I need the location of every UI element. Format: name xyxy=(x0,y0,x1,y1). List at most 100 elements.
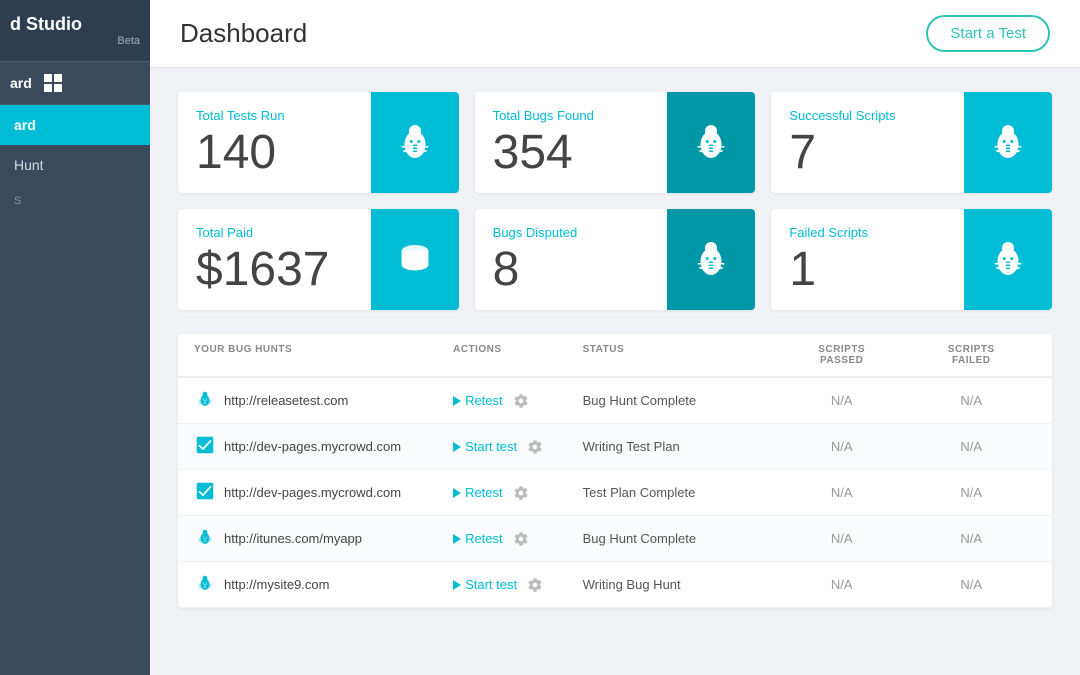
row-url: http://mysite9.com xyxy=(224,577,329,592)
sidebar-item-hunt[interactable]: Hunt xyxy=(0,145,150,185)
cell-scripts-failed: N/A xyxy=(906,577,1036,592)
stat-card-0: Total Tests Run 140 xyxy=(178,92,459,193)
bug-hunts-table: YOUR BUG HUNTS ACTIONS STATUS SCRIPTSPAS… xyxy=(178,334,1052,608)
table-body: http://releasetest.com Retest Bug Hunt C… xyxy=(178,378,1052,608)
row-url: http://itunes.com/myapp xyxy=(224,531,362,546)
table-row: http://dev-pages.mycrowd.com Start test … xyxy=(178,424,1052,470)
row-icon xyxy=(194,526,216,551)
stat-card-4: Bugs Disputed 8 xyxy=(475,209,756,310)
action-button[interactable]: Retest xyxy=(453,531,503,546)
status-text: Writing Bug Hunt xyxy=(583,577,681,592)
play-icon xyxy=(453,534,461,544)
table-row: http://mysite9.com Start test Writing Bu… xyxy=(178,562,1052,608)
cell-actions: Start test xyxy=(453,439,583,455)
action-button[interactable]: Start test xyxy=(453,577,517,592)
cell-scripts-passed: N/A xyxy=(777,531,907,546)
cell-status: Bug Hunt Complete xyxy=(583,393,777,408)
start-test-button[interactable]: Start a Test xyxy=(926,15,1050,52)
status-text: Writing Test Plan xyxy=(583,439,680,454)
action-label: Start test xyxy=(465,577,517,592)
gear-icon[interactable] xyxy=(527,439,543,455)
sidebar-nav: ard Hunt s xyxy=(0,105,150,211)
stat-info-3: Total Paid $1637 xyxy=(178,209,371,310)
cell-status: Writing Bug Hunt xyxy=(583,577,777,592)
scripts-passed-value: N/A xyxy=(831,439,853,454)
stat-card-1: Total Bugs Found 354 xyxy=(475,92,756,193)
grid-icon[interactable] xyxy=(44,74,62,92)
stat-label-1: Total Bugs Found xyxy=(493,108,650,123)
stat-label-4: Bugs Disputed xyxy=(493,225,650,240)
stat-label-3: Total Paid xyxy=(196,225,353,240)
action-label: Start test xyxy=(465,439,517,454)
cell-status: Test Plan Complete xyxy=(583,485,777,500)
scripts-passed-value: N/A xyxy=(831,485,853,500)
stat-label-5: Failed Scripts xyxy=(789,225,946,240)
gear-icon[interactable] xyxy=(513,531,529,547)
stat-icon-2 xyxy=(964,92,1052,193)
stat-icon-3 xyxy=(371,209,459,310)
cell-url: http://itunes.com/myapp xyxy=(194,526,453,551)
sidebar-top-label: ard xyxy=(10,75,32,91)
stat-icon-5 xyxy=(964,209,1052,310)
stat-label-2: Successful Scripts xyxy=(789,108,946,123)
brand: d Studio Beta xyxy=(0,0,150,62)
beta-label: Beta xyxy=(10,35,140,47)
scripts-passed-value: N/A xyxy=(831,531,853,546)
sidebar-section: s xyxy=(0,185,150,211)
action-button[interactable]: Retest xyxy=(453,393,503,408)
cell-scripts-failed: N/A xyxy=(906,531,1036,546)
stat-icon-0 xyxy=(371,92,459,193)
cell-url: http://mysite9.com xyxy=(194,572,453,597)
header: Dashboard Start a Test xyxy=(150,0,1080,68)
status-text: Test Plan Complete xyxy=(583,485,696,500)
play-icon xyxy=(453,442,461,452)
scripts-failed-value: N/A xyxy=(960,485,982,500)
cell-actions: Retest xyxy=(453,485,583,501)
status-text: Bug Hunt Complete xyxy=(583,531,696,546)
scripts-passed-value: N/A xyxy=(831,577,853,592)
stat-info-5: Failed Scripts 1 xyxy=(771,209,964,310)
page-title: Dashboard xyxy=(180,18,307,49)
scripts-failed-value: N/A xyxy=(960,531,982,546)
gear-icon[interactable] xyxy=(513,485,529,501)
col-bug-hunts: YOUR BUG HUNTS xyxy=(194,344,453,366)
stat-label-0: Total Tests Run xyxy=(196,108,353,123)
cell-scripts-failed: N/A xyxy=(906,393,1036,408)
play-icon xyxy=(453,580,461,590)
stat-info-1: Total Bugs Found 354 xyxy=(475,92,668,193)
table-row: http://itunes.com/myapp Retest Bug Hunt … xyxy=(178,516,1052,562)
play-icon xyxy=(453,488,461,498)
stat-card-3: Total Paid $1637 xyxy=(178,209,459,310)
scripts-failed-value: N/A xyxy=(960,393,982,408)
brand-name: d Studio xyxy=(10,14,82,34)
row-url: http://dev-pages.mycrowd.com xyxy=(224,439,401,454)
action-label: Retest xyxy=(465,393,503,408)
cell-status: Writing Test Plan xyxy=(583,439,777,454)
cell-actions: Start test xyxy=(453,577,583,593)
table-header: YOUR BUG HUNTS ACTIONS STATUS SCRIPTSPAS… xyxy=(178,334,1052,378)
sidebar-top-bar: ard xyxy=(0,62,150,105)
cell-scripts-failed: N/A xyxy=(906,485,1036,500)
col-status: STATUS xyxy=(583,344,777,366)
gear-icon[interactable] xyxy=(527,577,543,593)
action-button[interactable]: Retest xyxy=(453,485,503,500)
stat-card-5: Failed Scripts 1 xyxy=(771,209,1052,310)
col-actions: ACTIONS xyxy=(453,344,583,366)
table-row: http://releasetest.com Retest Bug Hunt C… xyxy=(178,378,1052,424)
sidebar: d Studio Beta ard ard Hunt s xyxy=(0,0,150,675)
gear-icon[interactable] xyxy=(513,393,529,409)
sidebar-item-dashboard[interactable]: ard xyxy=(0,105,150,145)
stat-card-2: Successful Scripts 7 xyxy=(771,92,1052,193)
col-scripts-passed: SCRIPTSPASSED xyxy=(777,344,907,366)
cell-url: http://releasetest.com xyxy=(194,388,453,413)
scripts-passed-value: N/A xyxy=(831,393,853,408)
row-url: http://releasetest.com xyxy=(224,393,348,408)
cell-scripts-passed: N/A xyxy=(777,577,907,592)
play-icon xyxy=(453,396,461,406)
table-row: http://dev-pages.mycrowd.com Retest Test… xyxy=(178,470,1052,516)
stat-info-2: Successful Scripts 7 xyxy=(771,92,964,193)
stat-info-0: Total Tests Run 140 xyxy=(178,92,371,193)
status-text: Bug Hunt Complete xyxy=(583,393,696,408)
action-button[interactable]: Start test xyxy=(453,439,517,454)
row-url: http://dev-pages.mycrowd.com xyxy=(224,485,401,500)
